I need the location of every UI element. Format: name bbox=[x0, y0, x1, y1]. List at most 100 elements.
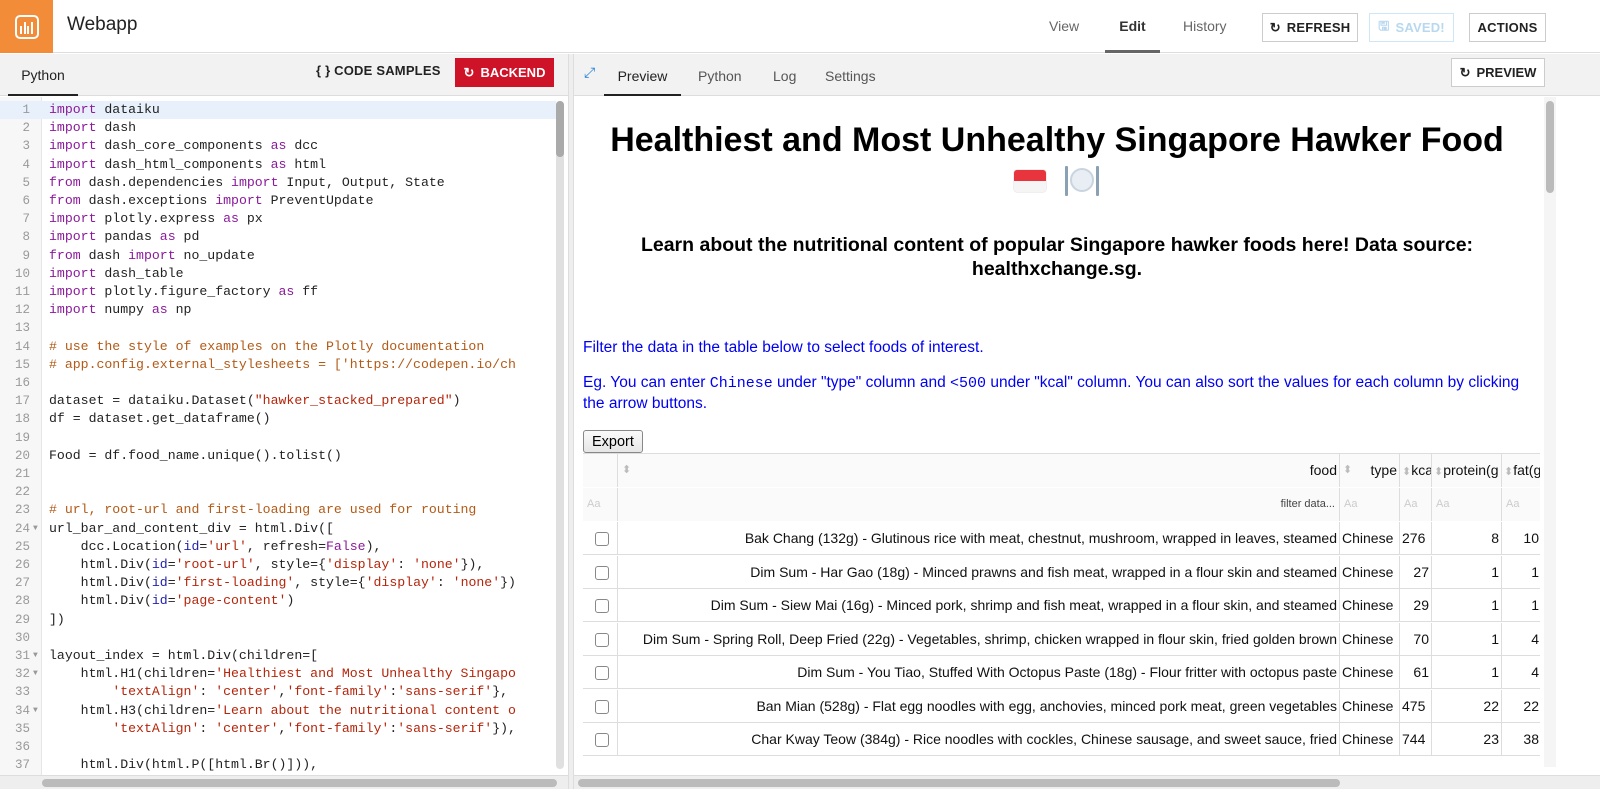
sort-icon[interactable]: ⬍ bbox=[1343, 454, 1352, 487]
code-line[interactable]: 4 import dash_html_components as html bbox=[0, 156, 556, 174]
code-line[interactable]: 37 html.Div(html.P([html.Br()])), bbox=[0, 756, 556, 774]
tab-settings[interactable]: Settings bbox=[825, 54, 876, 96]
code-line[interactable]: 18 df = dataset.get_dataframe() bbox=[0, 410, 556, 428]
column-header-kcal[interactable]: ⬍kca bbox=[1400, 454, 1432, 487]
cell-food[interactable]: Dim Sum - You Tiao, Stuffed With Octopus… bbox=[618, 656, 1340, 689]
code-line[interactable]: 34 ▼ html.H3(children='Learn about the nu… bbox=[0, 702, 556, 720]
actions-button[interactable]: ACTIONS bbox=[1469, 13, 1546, 42]
cell-protein[interactable]: 1 bbox=[1432, 656, 1502, 689]
cell-food[interactable]: Char Kway Teow (384g) - Rice noodles wit… bbox=[618, 723, 1340, 756]
tab-log[interactable]: Log bbox=[773, 54, 796, 96]
column-header-food[interactable]: ⬍ food bbox=[618, 454, 1340, 487]
code-line[interactable]: 30 bbox=[0, 629, 556, 647]
code-line[interactable]: 17 dataset = dataiku.Dataset("hawker_stac… bbox=[0, 392, 556, 410]
cell-protein[interactable]: 8 bbox=[1432, 522, 1502, 555]
cell-type[interactable]: Chinese bbox=[1340, 723, 1400, 756]
cell-fat[interactable]: 38 bbox=[1502, 723, 1540, 756]
preview-horizontal-scroll-thumb[interactable] bbox=[578, 779, 1340, 787]
tab-python[interactable]: Python bbox=[698, 54, 742, 96]
sort-icon[interactable]: ⬍ bbox=[1402, 466, 1411, 478]
code-line[interactable]: 35 'textAlign': 'center','font-family':'… bbox=[0, 720, 556, 738]
app-logo[interactable] bbox=[0, 0, 53, 53]
cell-protein[interactable]: 1 bbox=[1432, 589, 1502, 622]
cell-protein[interactable]: 1 bbox=[1432, 622, 1502, 656]
preview-vertical-scrollbar[interactable] bbox=[1544, 97, 1556, 767]
cell-protein[interactable]: 1 bbox=[1432, 555, 1502, 589]
cell-kcal[interactable]: 744 bbox=[1400, 723, 1432, 756]
backend-button[interactable]: ↻ BACKEND bbox=[455, 58, 554, 87]
cell-type[interactable]: Chinese bbox=[1340, 622, 1400, 656]
cell-food[interactable]: Dim Sum - Har Gao (18g) - Minced prawns … bbox=[618, 555, 1340, 589]
code-line[interactable]: 27 html.Div(id='first-loading', style={'… bbox=[0, 574, 556, 592]
export-button[interactable]: Export bbox=[583, 430, 643, 453]
cell-type[interactable]: Chinese bbox=[1340, 555, 1400, 589]
fold-arrow-icon[interactable]: ▼ bbox=[33, 665, 38, 683]
filter-input-kcal[interactable]: Aa bbox=[1400, 488, 1432, 521]
row-checkbox[interactable] bbox=[595, 599, 609, 614]
code-line[interactable]: 24 ▼ url_bar_and_content_div = html.Div([ bbox=[0, 520, 556, 538]
row-checkbox[interactable] bbox=[595, 632, 609, 647]
row-checkbox[interactable] bbox=[595, 565, 609, 580]
code-line[interactable]: 8 import pandas as pd bbox=[0, 228, 556, 246]
cell-food[interactable]: Dim Sum - Siew Mai (16g) - Minced pork, … bbox=[618, 589, 1340, 622]
cell-protein[interactable]: 23 bbox=[1432, 723, 1502, 756]
cell-fat[interactable]: 1 bbox=[1502, 556, 1540, 589]
code-line[interactable]: 28 html.Div(id='page-content') bbox=[0, 592, 556, 610]
sort-icon[interactable]: ⬍ bbox=[1434, 466, 1443, 478]
row-checkbox[interactable] bbox=[595, 532, 609, 547]
fold-arrow-icon[interactable]: ▼ bbox=[33, 702, 38, 720]
filter-input-fat[interactable]: Aa bbox=[1502, 488, 1540, 521]
fold-arrow-icon[interactable]: ▼ bbox=[33, 647, 38, 665]
code-line[interactable]: 31 ▼ layout_index = html.Div(children=[ bbox=[0, 647, 556, 665]
cell-fat[interactable]: 4 bbox=[1502, 656, 1540, 689]
code-line[interactable]: 33 'textAlign': 'center','font-family':'… bbox=[0, 683, 556, 701]
filter-input-type[interactable]: Aa bbox=[1340, 488, 1400, 521]
row-checkbox[interactable] bbox=[595, 733, 609, 748]
cell-fat[interactable]: 4 bbox=[1502, 623, 1540, 656]
editor-horizontal-scroll-thumb[interactable] bbox=[42, 779, 557, 787]
nav-view[interactable]: View bbox=[1049, 0, 1079, 53]
code-line[interactable]: 12 import numpy as np bbox=[0, 301, 556, 319]
cell-fat[interactable]: 1 bbox=[1502, 589, 1540, 622]
code-line[interactable]: 6 from dash.exceptions import PreventUpda… bbox=[0, 192, 556, 210]
code-line[interactable]: 23 # url, root-url and first-loading are … bbox=[0, 501, 556, 519]
refresh-button[interactable]: ↻ REFRESH bbox=[1262, 13, 1358, 42]
row-checkbox[interactable] bbox=[595, 666, 609, 681]
sort-icon[interactable]: ⬍ bbox=[622, 454, 631, 487]
code-line[interactable]: 19 bbox=[0, 429, 556, 447]
code-line[interactable]: 16 bbox=[0, 374, 556, 392]
preview-refresh-button[interactable]: ↻ PREVIEW bbox=[1451, 58, 1545, 87]
cell-kcal[interactable]: 70 bbox=[1400, 622, 1432, 656]
code-line[interactable]: 22 bbox=[0, 483, 556, 501]
code-line[interactable]: 32 ▼ html.H1(children='Healthiest and Mos… bbox=[0, 665, 556, 683]
cell-fat[interactable]: 22 bbox=[1502, 690, 1540, 723]
cell-protein[interactable]: 22 bbox=[1432, 689, 1502, 723]
cell-fat[interactable]: 10 bbox=[1502, 522, 1540, 555]
preview-vertical-scroll-thumb[interactable] bbox=[1546, 101, 1554, 193]
cell-kcal[interactable]: 27 bbox=[1400, 555, 1432, 589]
cell-type[interactable]: Chinese bbox=[1340, 589, 1400, 622]
row-checkbox[interactable] bbox=[595, 699, 609, 714]
code-line[interactable]: 26 html.Div(id='root-url', style={'displ… bbox=[0, 556, 556, 574]
column-header-protein[interactable]: ⬍protein(g bbox=[1432, 454, 1502, 487]
code-line[interactable]: 5 from dash.dependencies import Input, Ou… bbox=[0, 174, 556, 192]
tab-python-code[interactable]: Python bbox=[8, 54, 78, 96]
fold-arrow-icon[interactable]: ▼ bbox=[33, 520, 38, 538]
code-line[interactable]: 9 from dash import no_update bbox=[0, 247, 556, 265]
code-line[interactable]: 7 import plotly.express as px bbox=[0, 210, 556, 228]
nav-history[interactable]: History bbox=[1183, 0, 1227, 53]
sort-icon[interactable]: ⬍ bbox=[1504, 466, 1513, 478]
code-editor[interactable]: 1 import dataiku 2 import dash 3 import dash_… bbox=[0, 97, 568, 789]
code-line[interactable]: 3 import dash_core_components as dcc bbox=[0, 137, 556, 155]
cell-kcal[interactable]: 61 bbox=[1400, 656, 1432, 689]
column-header-type[interactable]: ⬍ type bbox=[1340, 454, 1400, 487]
cell-food[interactable]: Bak Chang (132g) - Glutinous rice with m… bbox=[618, 522, 1340, 555]
code-line[interactable]: 20 Food = df.food_name.unique().tolist() bbox=[0, 447, 556, 465]
code-line[interactable]: 21 bbox=[0, 465, 556, 483]
code-line[interactable]: 1 import dataiku bbox=[0, 101, 556, 119]
code-line[interactable]: 29]) bbox=[0, 611, 556, 629]
cell-food[interactable]: Dim Sum - Spring Roll, Deep Fried (22g) … bbox=[618, 622, 1340, 656]
filter-input-food[interactable]: filter data... bbox=[618, 488, 1340, 521]
code-line[interactable]: 11 import plotly.figure_factory as ff bbox=[0, 283, 556, 301]
cell-type[interactable]: Chinese bbox=[1340, 522, 1400, 555]
